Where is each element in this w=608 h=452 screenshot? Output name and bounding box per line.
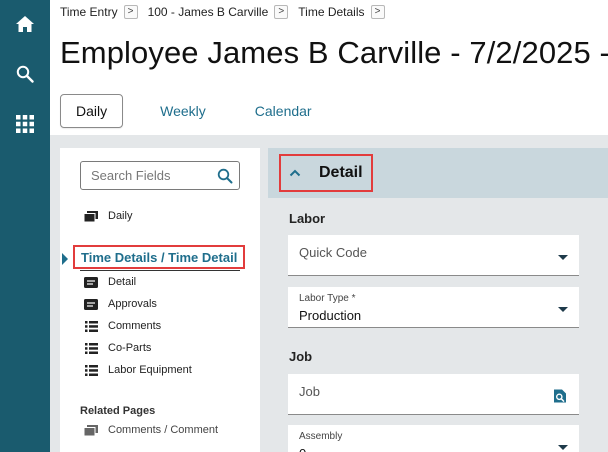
tab-daily[interactable]: Daily: [60, 94, 124, 128]
quick-code-dropdown[interactable]: Quick Code: [288, 235, 579, 276]
detail-collapse-toggle[interactable]: Detail: [279, 154, 373, 192]
search-button[interactable]: [0, 54, 50, 94]
nav-item-detail[interactable]: Detail: [84, 276, 136, 288]
nav-item-daily[interactable]: Daily: [84, 210, 132, 222]
breadcrumb-separator-icon: >: [123, 5, 138, 19]
chevron-up-icon: [289, 166, 301, 180]
nav-item-co-parts[interactable]: Co-Parts: [84, 342, 151, 354]
labor-type-value: Production: [299, 308, 362, 323]
labor-section-label: Labor: [289, 211, 326, 226]
nav-section-time-details[interactable]: Time Details / Time Detail: [73, 245, 246, 269]
assembly-dropdown[interactable]: Assembly 0: [288, 425, 579, 452]
tab-calendar[interactable]: Calendar: [255, 103, 312, 119]
view-tabs: Daily Weekly Calendar: [60, 94, 312, 128]
breadcrumb: Time Entry > 100 - James B Carville > Ti…: [60, 3, 395, 21]
dropdown-caret-icon: [558, 255, 568, 260]
nav-item-label: Detail: [108, 276, 137, 288]
breadcrumb-time-details[interactable]: Time Details: [298, 5, 364, 19]
detail-section-title: Detail: [319, 164, 363, 181]
breadcrumb-time-entry[interactable]: Time Entry: [60, 5, 118, 19]
job-section-label: Job: [289, 349, 313, 364]
list-icon: [84, 364, 98, 376]
lookup-search-icon[interactable]: [553, 389, 567, 403]
quick-code-placeholder: Quick Code: [299, 245, 367, 260]
labor-type-label: Labor Type *: [299, 293, 356, 304]
list-icon: [84, 342, 98, 354]
labor-type-dropdown[interactable]: Labor Type * Production: [288, 287, 579, 328]
cards-icon: [84, 424, 98, 436]
related-pages-heading: Related Pages: [80, 405, 156, 417]
detail-card-icon: [84, 276, 98, 288]
divider: [80, 270, 240, 271]
dropdown-caret-icon: [558, 445, 568, 450]
related-item-label: Comments / Comment: [108, 424, 219, 436]
page-title: Employee James B Carville - 7/2/2025 -: [60, 35, 608, 70]
apps-button[interactable]: [0, 104, 50, 144]
cards-icon: [84, 210, 98, 222]
apps-grid-icon: [16, 115, 34, 133]
nav-item-labor-equipment[interactable]: Labor Equipment: [84, 364, 192, 376]
nav-item-label: Daily: [108, 210, 133, 222]
home-icon: [16, 16, 34, 32]
job-placeholder: Job: [299, 384, 320, 399]
breadcrumb-employee[interactable]: 100 - James B Carville: [148, 5, 269, 19]
nav-item-label: Co-Parts: [108, 342, 152, 354]
dropdown-caret-icon: [558, 307, 568, 312]
nav-item-label: Approvals: [108, 298, 157, 310]
breadcrumb-separator-icon: >: [274, 5, 289, 19]
active-section-arrow-icon: [62, 253, 68, 265]
nav-item-label: Labor Equipment: [108, 364, 192, 376]
assembly-value: 0: [299, 446, 306, 452]
search-fields-input[interactable]: [91, 168, 211, 183]
list-icon: [84, 320, 98, 332]
search-icon: [16, 65, 34, 83]
detail-card-icon: [84, 298, 98, 310]
search-icon[interactable]: [217, 168, 233, 184]
search-fields-box[interactable]: [80, 161, 240, 190]
home-button[interactable]: [0, 4, 50, 44]
detail-section-header: Detail: [268, 148, 608, 198]
job-field[interactable]: Job: [288, 374, 579, 415]
field-navigation-panel: Daily Time Details / Time Detail Detail …: [60, 148, 260, 452]
app-rail: [0, 0, 50, 452]
tab-weekly[interactable]: Weekly: [160, 103, 206, 119]
related-item-comments[interactable]: Comments / Comment: [84, 424, 218, 436]
assembly-label: Assembly: [299, 431, 343, 442]
breadcrumb-separator-icon: >: [370, 5, 385, 19]
nav-item-label: Comments: [108, 320, 162, 332]
nav-item-comments[interactable]: Comments: [84, 320, 161, 332]
nav-item-approvals[interactable]: Approvals: [84, 298, 157, 310]
